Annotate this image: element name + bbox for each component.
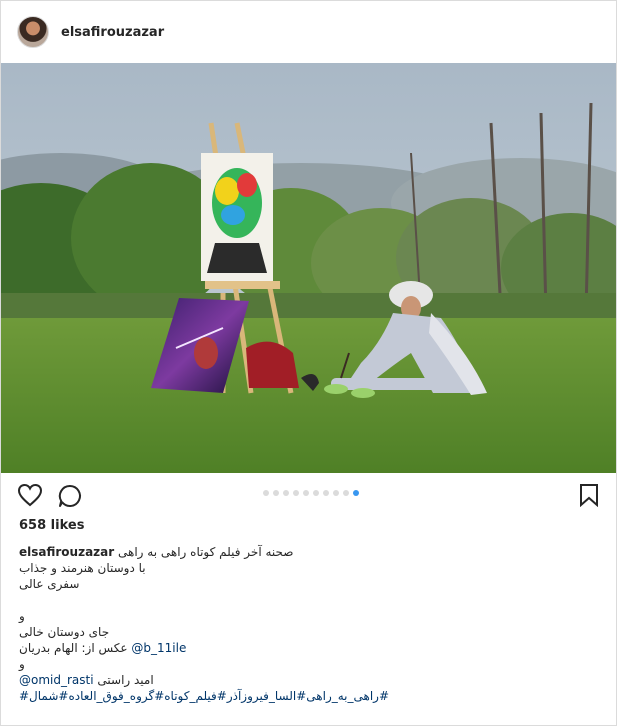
photo-credit-handle[interactable]: @b_11ile bbox=[131, 641, 186, 655]
carousel-dot bbox=[323, 490, 329, 496]
caption-line: و bbox=[19, 657, 25, 671]
photo-credit-text: عکس از: الهام بدریان bbox=[19, 641, 128, 655]
hashtags[interactable]: #راهی_به_راهی#السا_فیروزآذر#فیلم_کوتاه#گ… bbox=[19, 688, 599, 704]
credit-handle[interactable]: @omid_rasti bbox=[19, 673, 94, 687]
heart-icon[interactable] bbox=[17, 483, 43, 511]
caption: elsafirouzazar صحنه آخر فیلم کوتاه راهی … bbox=[19, 544, 599, 704]
caption-text: صحنه آخر فیلم کوتاه راهی به راهی bbox=[118, 545, 294, 559]
post-card: elsafirouzazar 658 likes elsafirouzazar … bbox=[0, 0, 617, 726]
carousel-dot-active bbox=[353, 490, 359, 496]
caption-line: و bbox=[19, 609, 25, 623]
caption-line: با دوستان هنرمند و جذاب bbox=[19, 561, 146, 575]
photo-credit-line: عکس از: الهام بدریان @b_11ile bbox=[19, 640, 599, 656]
caption-line: سفری عالی bbox=[19, 577, 80, 591]
carousel-dot bbox=[293, 490, 299, 496]
caption-line: جای دوستان خالی bbox=[19, 625, 110, 639]
carousel-dot bbox=[283, 490, 289, 496]
carousel-indicator bbox=[263, 490, 359, 496]
carousel-dot bbox=[303, 490, 309, 496]
action-bar bbox=[1, 481, 616, 513]
carousel-dot bbox=[273, 490, 279, 496]
credit-text: امید راستی bbox=[97, 673, 154, 687]
credit-line: @omid_rasti امید راستی bbox=[19, 672, 599, 688]
carousel-dot bbox=[343, 490, 349, 496]
caption-first-line: elsafirouzazar صحنه آخر فیلم کوتاه راهی … bbox=[19, 544, 599, 560]
bookmark-icon[interactable] bbox=[579, 483, 599, 511]
carousel-dot bbox=[333, 490, 339, 496]
carousel-dot bbox=[263, 490, 269, 496]
carousel-dot bbox=[313, 490, 319, 496]
avatar[interactable] bbox=[17, 16, 49, 48]
likes-count[interactable]: 658 likes bbox=[19, 518, 84, 533]
post-photo[interactable] bbox=[1, 63, 616, 473]
username[interactable]: elsafirouzazar bbox=[61, 25, 164, 40]
comment-icon[interactable] bbox=[57, 483, 83, 513]
photo-illustration bbox=[1, 63, 616, 473]
caption-username[interactable]: elsafirouzazar bbox=[19, 545, 114, 559]
post-header: elsafirouzazar bbox=[1, 1, 616, 63]
